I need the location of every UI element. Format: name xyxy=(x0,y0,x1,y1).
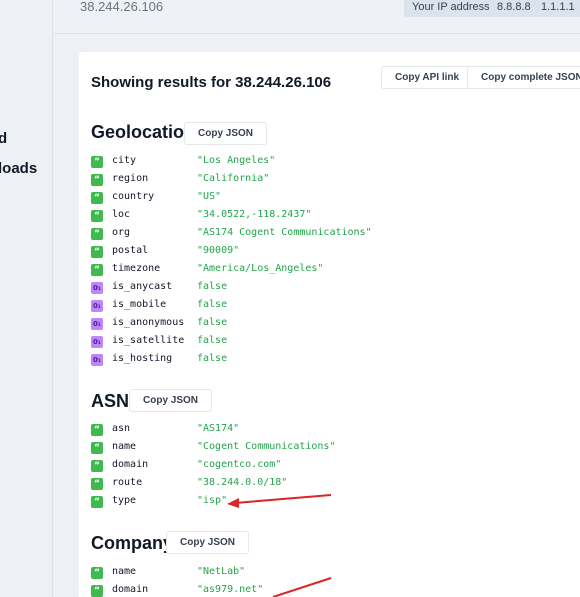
toggle-icon: 0₁ xyxy=(91,336,103,348)
copy-api-link-button[interactable]: Copy API link xyxy=(381,66,474,89)
field-key: org xyxy=(112,227,131,238)
ip-1111-button[interactable]: 1.1.1.1 xyxy=(533,0,580,17)
field-value: "90009" xyxy=(197,245,240,256)
field-value: "Los Angeles" xyxy=(197,155,276,166)
company-copy-json-button[interactable]: Copy JSON xyxy=(166,531,250,554)
field-row: 0₁ is_anonymous false xyxy=(91,317,571,331)
field-value: "isp" xyxy=(197,495,228,506)
field-row: “ region "California" xyxy=(91,173,571,187)
quote-icon: “ xyxy=(91,156,103,168)
quote-icon: “ xyxy=(91,246,103,258)
field-row: “ city "Los Angeles" xyxy=(91,155,571,169)
asn-title: ASN xyxy=(91,391,130,411)
toggle-icon: 0₁ xyxy=(91,282,103,294)
field-key: is_hosting xyxy=(112,353,173,364)
field-key: postal xyxy=(112,245,149,256)
field-value: "34.0522,-118.2437" xyxy=(197,209,312,220)
field-value: "NetLab" xyxy=(197,566,246,577)
results-title: Showing results for 38.244.26.106 xyxy=(91,74,332,91)
field-row: “ postal "90009" xyxy=(91,245,571,259)
quote-icon: “ xyxy=(91,460,103,472)
field-key: domain xyxy=(112,459,149,470)
quote-icon: “ xyxy=(91,496,103,508)
quote-icon: “ xyxy=(91,585,103,597)
field-value: false xyxy=(197,281,228,292)
field-key: timezone xyxy=(112,263,161,274)
field-key: is_anonymous xyxy=(112,317,185,328)
field-key: country xyxy=(112,191,155,202)
field-key: is_satellite xyxy=(112,335,185,346)
field-value: false xyxy=(197,299,228,310)
field-row: 0₁ is_anycast false xyxy=(91,281,571,295)
field-row: “ country "US" xyxy=(91,191,571,205)
field-row: “ name "Cogent Communications" xyxy=(91,441,571,455)
company-title: Company xyxy=(91,533,174,553)
field-key: city xyxy=(112,155,137,166)
toggle-icon: 0₁ xyxy=(91,300,103,312)
field-key: route xyxy=(112,477,143,488)
field-value: "California" xyxy=(197,173,270,184)
quote-icon: “ xyxy=(91,567,103,579)
field-row: “ route "38.244.0.0/18" xyxy=(91,477,571,491)
field-value: "cogentco.com" xyxy=(197,459,282,470)
field-value: "US" xyxy=(197,191,222,202)
geolocation-copy-json-button[interactable]: Copy JSON xyxy=(184,122,268,145)
topbar: 38.244.26.106 Your IP address 8.8.8.8 1.… xyxy=(54,0,580,34)
quote-icon: “ xyxy=(91,478,103,490)
field-key: name xyxy=(112,441,137,452)
asn-copy-json-button[interactable]: Copy JSON xyxy=(129,389,213,412)
field-value: "America/Los_Angeles" xyxy=(197,263,324,274)
field-key: is_anycast xyxy=(112,281,173,292)
field-key: is_mobile xyxy=(112,299,167,310)
field-value: false xyxy=(197,317,228,328)
toggle-icon: 0₁ xyxy=(91,318,103,330)
toggle-icon: 0₁ xyxy=(91,354,103,366)
field-row: 0₁ is_satellite false xyxy=(91,335,571,349)
ip-search-input[interactable]: 38.244.26.106 xyxy=(80,0,163,14)
field-key: region xyxy=(112,173,149,184)
field-row: “ domain "as979.net" xyxy=(91,584,571,597)
quote-icon: “ xyxy=(91,174,103,186)
field-value: "AS174 Cogent Communications" xyxy=(197,227,372,238)
geolocation-title: Geolocation xyxy=(91,122,196,142)
ip-8888-button[interactable]: 8.8.8.8 xyxy=(489,0,539,17)
field-row: “ name "NetLab" xyxy=(91,566,571,580)
quote-icon: “ xyxy=(91,424,103,436)
field-value: "38.244.0.0/18" xyxy=(197,477,288,488)
quote-icon: “ xyxy=(91,210,103,222)
field-row: “ org "AS174 Cogent Communications" xyxy=(91,227,571,241)
sidebar: d loads xyxy=(0,0,53,597)
field-row: “ timezone "America/Los_Angeles" xyxy=(91,263,571,277)
quote-icon: “ xyxy=(91,264,103,276)
field-value: false xyxy=(197,335,228,346)
field-key: domain xyxy=(112,584,149,595)
field-row: 0₁ is_hosting false xyxy=(91,353,571,367)
sidebar-item-label[interactable]: d xyxy=(0,130,7,147)
quote-icon: “ xyxy=(91,192,103,204)
copy-complete-json-button[interactable]: Copy complete JSON xyxy=(467,66,580,89)
field-key: asn xyxy=(112,423,131,434)
field-row: “ type "isp" xyxy=(91,495,571,509)
field-key: loc xyxy=(112,209,131,220)
field-value: false xyxy=(197,353,228,364)
field-row: “ loc "34.0522,-118.2437" xyxy=(91,209,571,223)
quote-icon: “ xyxy=(91,228,103,240)
field-key: name xyxy=(112,566,137,577)
results-card: Showing results for 38.244.26.106 Copy A… xyxy=(79,52,580,597)
field-value: "as979.net" xyxy=(197,584,264,595)
quote-icon: “ xyxy=(91,442,103,454)
field-row: “ domain "cogentco.com" xyxy=(91,459,571,473)
your-ip-button[interactable]: Your IP address xyxy=(404,0,498,17)
field-value: "AS174" xyxy=(197,423,240,434)
field-key: type xyxy=(112,495,137,506)
field-row: “ asn "AS174" xyxy=(91,423,571,437)
field-value: "Cogent Communications" xyxy=(197,441,336,452)
field-row: 0₁ is_mobile false xyxy=(91,299,571,313)
sidebar-item-label[interactable]: loads xyxy=(0,160,37,177)
